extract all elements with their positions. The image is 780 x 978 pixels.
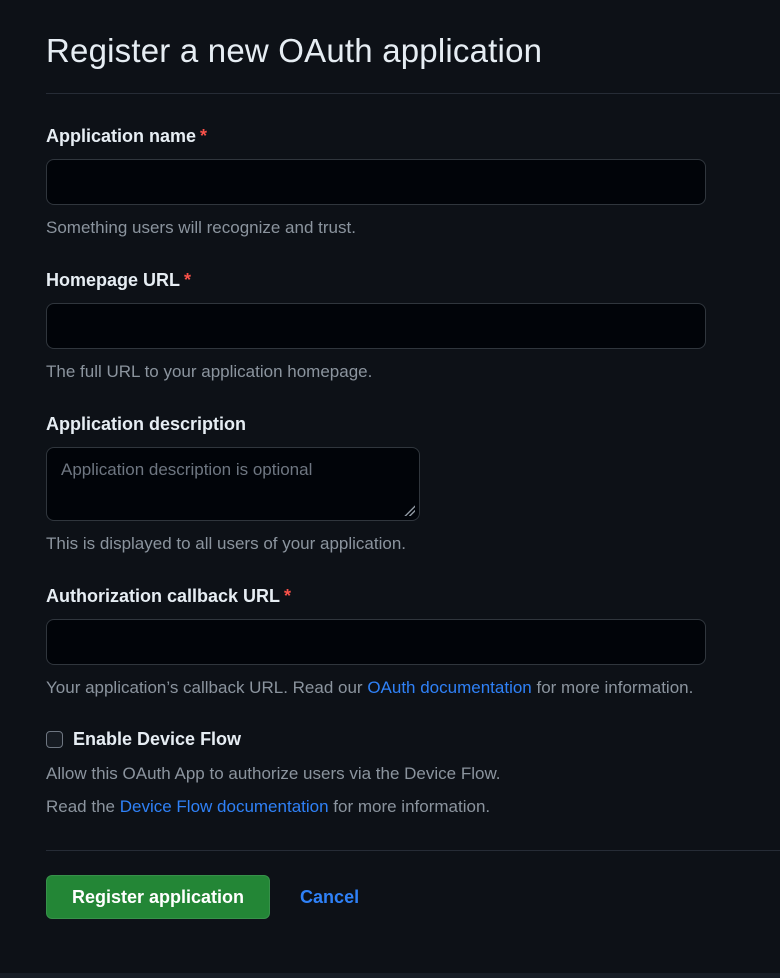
device-flow-read-more: Read the Device Flow documentation for m… bbox=[46, 797, 706, 817]
callback-url-label: Authorization callback URL* bbox=[46, 586, 706, 607]
homepage-url-label: Homepage URL* bbox=[46, 270, 706, 291]
device-flow-documentation-link[interactable]: Device Flow documentation bbox=[120, 797, 329, 816]
bottom-edge-strip bbox=[0, 973, 780, 978]
cancel-link[interactable]: Cancel bbox=[300, 887, 359, 908]
application-name-label-text: Application name bbox=[46, 126, 196, 146]
homepage-url-input[interactable] bbox=[46, 303, 706, 349]
application-description-label: Application description bbox=[46, 414, 706, 435]
device-flow-row: Enable Device Flow bbox=[46, 729, 706, 750]
callback-url-input[interactable] bbox=[46, 619, 706, 665]
application-description-textarea[interactable] bbox=[46, 447, 420, 521]
callback-url-label-text: Authorization callback URL bbox=[46, 586, 280, 606]
enable-device-flow-label[interactable]: Enable Device Flow bbox=[73, 729, 241, 750]
field-application-description: Application description This is displaye… bbox=[46, 414, 706, 554]
field-callback-url: Authorization callback URL* Your applica… bbox=[46, 586, 706, 698]
header-divider bbox=[46, 93, 780, 94]
page-title: Register a new OAuth application bbox=[46, 30, 706, 72]
application-description-help: This is displayed to all users of your a… bbox=[46, 534, 706, 554]
device-flow-read-more-after: for more information. bbox=[329, 797, 491, 816]
register-application-button[interactable]: Register application bbox=[46, 875, 270, 919]
application-description-wrap bbox=[46, 447, 420, 521]
enable-device-flow-checkbox[interactable] bbox=[46, 731, 63, 748]
application-name-label: Application name* bbox=[46, 126, 706, 147]
oauth-app-registration-page: Register a new OAuth application Applica… bbox=[0, 0, 780, 978]
application-name-input[interactable] bbox=[46, 159, 706, 205]
field-homepage-url: Homepage URL* The full URL to your appli… bbox=[46, 270, 706, 382]
callback-url-help: Your application’s callback URL. Read ou… bbox=[46, 678, 706, 698]
application-name-help: Something users will recognize and trust… bbox=[46, 218, 706, 238]
required-asterisk: * bbox=[200, 126, 207, 146]
callback-url-help-text: Your application’s callback URL. Read ou… bbox=[46, 678, 367, 697]
field-application-name: Application name* Something users will r… bbox=[46, 126, 706, 238]
required-asterisk: * bbox=[184, 270, 191, 290]
homepage-url-help: The full URL to your application homepag… bbox=[46, 362, 706, 382]
homepage-url-label-text: Homepage URL bbox=[46, 270, 180, 290]
form-actions: Register application Cancel bbox=[46, 875, 706, 919]
required-asterisk: * bbox=[284, 586, 291, 606]
device-flow-read-more-before: Read the bbox=[46, 797, 120, 816]
application-description-label-text: Application description bbox=[46, 414, 246, 434]
footer-divider bbox=[46, 850, 780, 851]
oauth-documentation-link[interactable]: OAuth documentation bbox=[367, 678, 531, 697]
device-flow-description: Allow this OAuth App to authorize users … bbox=[46, 764, 706, 784]
callback-url-help-text-after: for more information. bbox=[532, 678, 694, 697]
resize-handle-icon[interactable] bbox=[404, 505, 415, 516]
